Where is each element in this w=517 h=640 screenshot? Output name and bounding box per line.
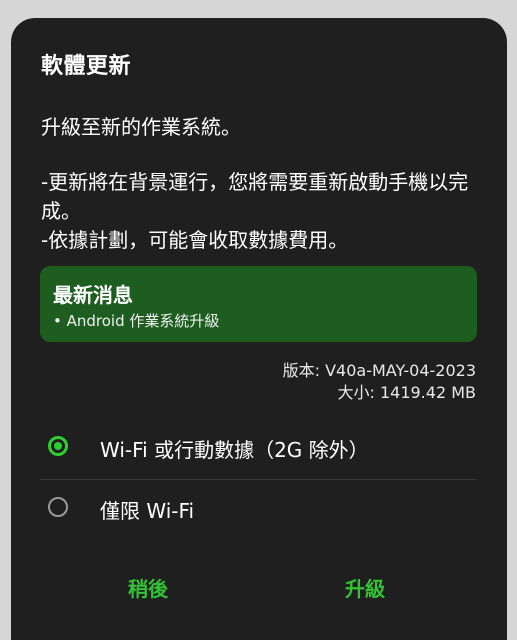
radio-selected-icon[interactable]: [48, 436, 68, 456]
later-button[interactable]: 稍後: [128, 573, 168, 602]
description-line-restart: -更新將在背景運行，您將需要重新啟動手機以完成。: [41, 170, 469, 223]
update-meta: 版本: V40a-MAY-04-2023 大小: 1419.42 MB: [283, 360, 476, 404]
option-wifi-or-mobile-data[interactable]: Wi-Fi 或行動數據（2G 除外）: [40, 419, 477, 479]
dialog-subtitle: 升級至新的作業系統。: [41, 115, 241, 139]
option-label: Wi-Fi 或行動數據（2G 除外）: [100, 438, 369, 462]
option-label: 僅限 Wi-Fi: [100, 499, 195, 523]
whats-new-title: 最新消息: [53, 283, 133, 307]
update-description: -更新將在背景運行，您將需要重新啟動手機以完成。 -依據計劃，可能會收取數據費用…: [41, 168, 481, 255]
upgrade-button[interactable]: 升級: [345, 573, 385, 602]
option-wifi-only[interactable]: 僅限 Wi-Fi: [40, 480, 477, 540]
size-text: 大小: 1419.42 MB: [337, 383, 476, 402]
radio-unselected-icon[interactable]: [48, 497, 68, 517]
whats-new-card: 最新消息 • Android 作業系統升級: [40, 266, 477, 342]
description-line-data-fee: -依據計劃，可能會收取數據費用。: [41, 228, 349, 252]
whats-new-item: • Android 作業系統升級: [53, 312, 220, 330]
software-update-dialog: 軟體更新 升級至新的作業系統。 -更新將在背景運行，您將需要重新啟動手機以完成。…: [11, 18, 507, 640]
version-text: 版本: V40a-MAY-04-2023: [282, 361, 476, 380]
dialog-title: 軟體更新: [41, 54, 132, 79]
